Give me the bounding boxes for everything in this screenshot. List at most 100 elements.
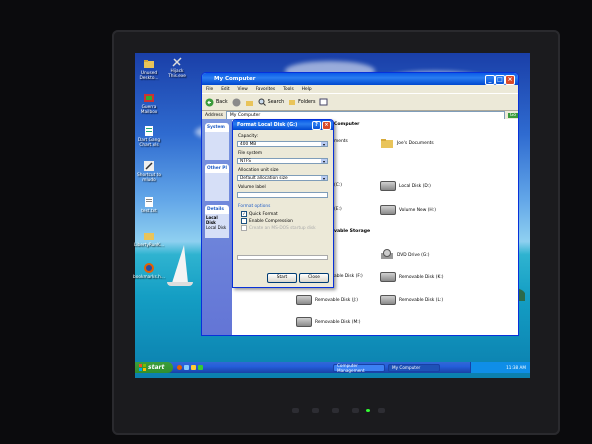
folders-button[interactable]: Folders bbox=[288, 98, 315, 106]
hard-drive-icon bbox=[380, 205, 396, 215]
desktop-icon-label: Unused Deskto... bbox=[139, 71, 159, 81]
checkbox-icon bbox=[241, 218, 247, 224]
close-button[interactable]: × bbox=[505, 75, 515, 85]
menu-favorites[interactable]: Favorites bbox=[256, 87, 275, 92]
task-panel-body bbox=[205, 173, 229, 201]
quicklaunch-icon[interactable] bbox=[177, 365, 182, 370]
firefox-icon bbox=[144, 263, 154, 273]
format-options-label: Format options bbox=[238, 204, 271, 209]
shared-documents-item[interactable]: ments bbox=[334, 139, 348, 144]
up-folder-icon[interactable] bbox=[245, 98, 254, 107]
forward-arrow-icon[interactable] bbox=[232, 98, 241, 107]
desktop-icon-liberty[interactable]: LibertyRunK... bbox=[133, 230, 165, 248]
msdos-label: Create an MS-DOS startup disk bbox=[249, 225, 316, 231]
capacity-select[interactable]: 400 MB ▾ bbox=[237, 141, 328, 147]
minimize-button[interactable]: _ bbox=[485, 75, 495, 85]
removable-disk-j[interactable]: Removable Disk (J:) bbox=[296, 295, 358, 305]
search-button[interactable]: Search bbox=[258, 98, 284, 106]
allocation-select[interactable]: Default allocation size ▾ bbox=[237, 175, 328, 181]
compression-checkbox[interactable]: Enable Compression bbox=[241, 218, 293, 224]
desktop-icon-label: bookmarks.h... bbox=[133, 275, 165, 280]
menu-bar: File Edit View Favorites Tools Help bbox=[202, 85, 518, 93]
item-label: DVD Drive (G:) bbox=[397, 252, 430, 258]
removable-disk-icon bbox=[296, 317, 312, 327]
removable-disk-icon bbox=[380, 295, 396, 305]
volume-label-input[interactable] bbox=[237, 192, 328, 198]
dvd-drive-g[interactable]: DVD Drive (G:) bbox=[380, 249, 430, 261]
removable-disk-l[interactable]: Removable Disk (L:) bbox=[380, 295, 443, 305]
file-system-select[interactable]: NTFS ▾ bbox=[237, 158, 328, 164]
format-dialog: Format Local Disk (G:) ? × Capacity: 400… bbox=[232, 119, 334, 288]
task-label: My Computer bbox=[392, 365, 421, 370]
shortcut-icon bbox=[144, 161, 154, 171]
removable-disk-m[interactable]: Removable Disk (M:) bbox=[296, 317, 360, 327]
quick-format-checkbox[interactable]: ✓ Quick Format bbox=[241, 211, 278, 217]
task-panel-other-places[interactable]: Other Pl bbox=[205, 164, 229, 173]
back-arrow-icon bbox=[205, 98, 214, 106]
removable-disk-f[interactable]: able Disk (F:) bbox=[334, 274, 363, 279]
quicklaunch-icon[interactable] bbox=[198, 365, 203, 370]
volume-label-label: Volume label bbox=[238, 185, 266, 190]
drive-d[interactable]: Local Disk (D:) bbox=[380, 181, 431, 191]
menu-help[interactable]: Help bbox=[302, 87, 312, 92]
desktop-icon-label: Dart Gang Chart.xls bbox=[137, 138, 161, 148]
start-button[interactable]: start bbox=[135, 362, 173, 373]
windows-logo-icon bbox=[139, 364, 146, 371]
sailboat-hull bbox=[167, 282, 193, 286]
desktop-icon-hijackthis[interactable]: Hijack This.exe bbox=[161, 56, 193, 79]
desktop-icon-textfile[interactable]: test.txt bbox=[133, 196, 165, 214]
drive-e[interactable]: (E:) bbox=[334, 207, 342, 212]
text-file-icon bbox=[145, 197, 153, 207]
quicklaunch-icon[interactable] bbox=[191, 365, 196, 370]
mailbox-icon bbox=[144, 94, 154, 102]
views-icon[interactable] bbox=[319, 98, 328, 106]
search-icon bbox=[258, 98, 266, 106]
menu-edit[interactable]: Edit bbox=[221, 87, 229, 92]
drive-c[interactable]: (C:) bbox=[334, 183, 342, 188]
joes-documents-item[interactable]: Joe's Documents bbox=[380, 137, 434, 149]
toolbar: Back Search Folders bbox=[202, 93, 518, 111]
desktop-icon-shortcut[interactable]: Shortcut to mludo bbox=[133, 160, 165, 183]
monitor-button bbox=[352, 408, 359, 413]
menu-tools[interactable]: Tools bbox=[283, 87, 294, 92]
details-name: Local Disk bbox=[206, 215, 218, 225]
start-format-button[interactable]: Start bbox=[267, 273, 297, 283]
chevron-down-icon: ▾ bbox=[321, 159, 327, 164]
desktop-icon-bookmarks[interactable]: bookmarks.h... bbox=[133, 262, 165, 280]
address-value: My Computer bbox=[229, 113, 261, 118]
go-button[interactable]: Go bbox=[507, 113, 518, 118]
clock[interactable]: 11:38 AM bbox=[506, 365, 526, 370]
back-button[interactable]: Back bbox=[205, 98, 228, 107]
back-label: Back bbox=[216, 99, 228, 105]
task-panel-system[interactable]: System bbox=[205, 123, 229, 132]
folder-icon bbox=[144, 60, 154, 68]
menu-view[interactable]: View bbox=[238, 87, 248, 92]
quicklaunch-icon[interactable] bbox=[184, 365, 189, 370]
item-label: (E:) bbox=[334, 207, 342, 212]
desktop-icon-mailbox[interactable]: Guerra Mailbox bbox=[133, 92, 165, 115]
maximize-button[interactable]: □ bbox=[495, 75, 505, 85]
quick-launch bbox=[177, 365, 203, 370]
details-body: Local Disk Local Disk bbox=[205, 214, 229, 238]
close-dialog-button[interactable]: Close bbox=[299, 273, 329, 283]
window-titlebar[interactable]: My Computer _ □ × bbox=[202, 73, 518, 85]
drive-h[interactable]: Volume New (H:) bbox=[380, 205, 436, 215]
hijack-icon bbox=[172, 57, 182, 67]
menu-file[interactable]: File bbox=[206, 87, 213, 92]
item-label: Removable Disk (M:) bbox=[315, 319, 361, 325]
help-button[interactable]: ? bbox=[312, 121, 321, 130]
task-panel-details[interactable]: Details bbox=[205, 205, 229, 214]
removable-disk-k[interactable]: Removable Disk (K:) bbox=[380, 272, 444, 282]
taskbar-task-computer-management[interactable]: Computer Management bbox=[333, 363, 385, 373]
details-sub: Local Disk bbox=[206, 225, 227, 230]
system-tray: 11:38 AM bbox=[470, 362, 530, 373]
item-label: Removable Disk (L:) bbox=[399, 297, 444, 303]
quick-format-label: Quick Format bbox=[249, 211, 278, 217]
desktop-icon-spreadsheet[interactable]: Dart Gang Chart.xls bbox=[133, 125, 165, 148]
taskbar-task-my-computer[interactable]: My Computer bbox=[388, 363, 440, 372]
power-button bbox=[378, 408, 385, 413]
dialog-close-icon[interactable]: × bbox=[322, 121, 331, 130]
msdos-checkbox[interactable]: Create an MS-DOS startup disk bbox=[241, 225, 316, 231]
checkbox-checked-icon: ✓ bbox=[241, 211, 247, 217]
dialog-titlebar[interactable]: Format Local Disk (G:) ? × bbox=[233, 120, 333, 130]
